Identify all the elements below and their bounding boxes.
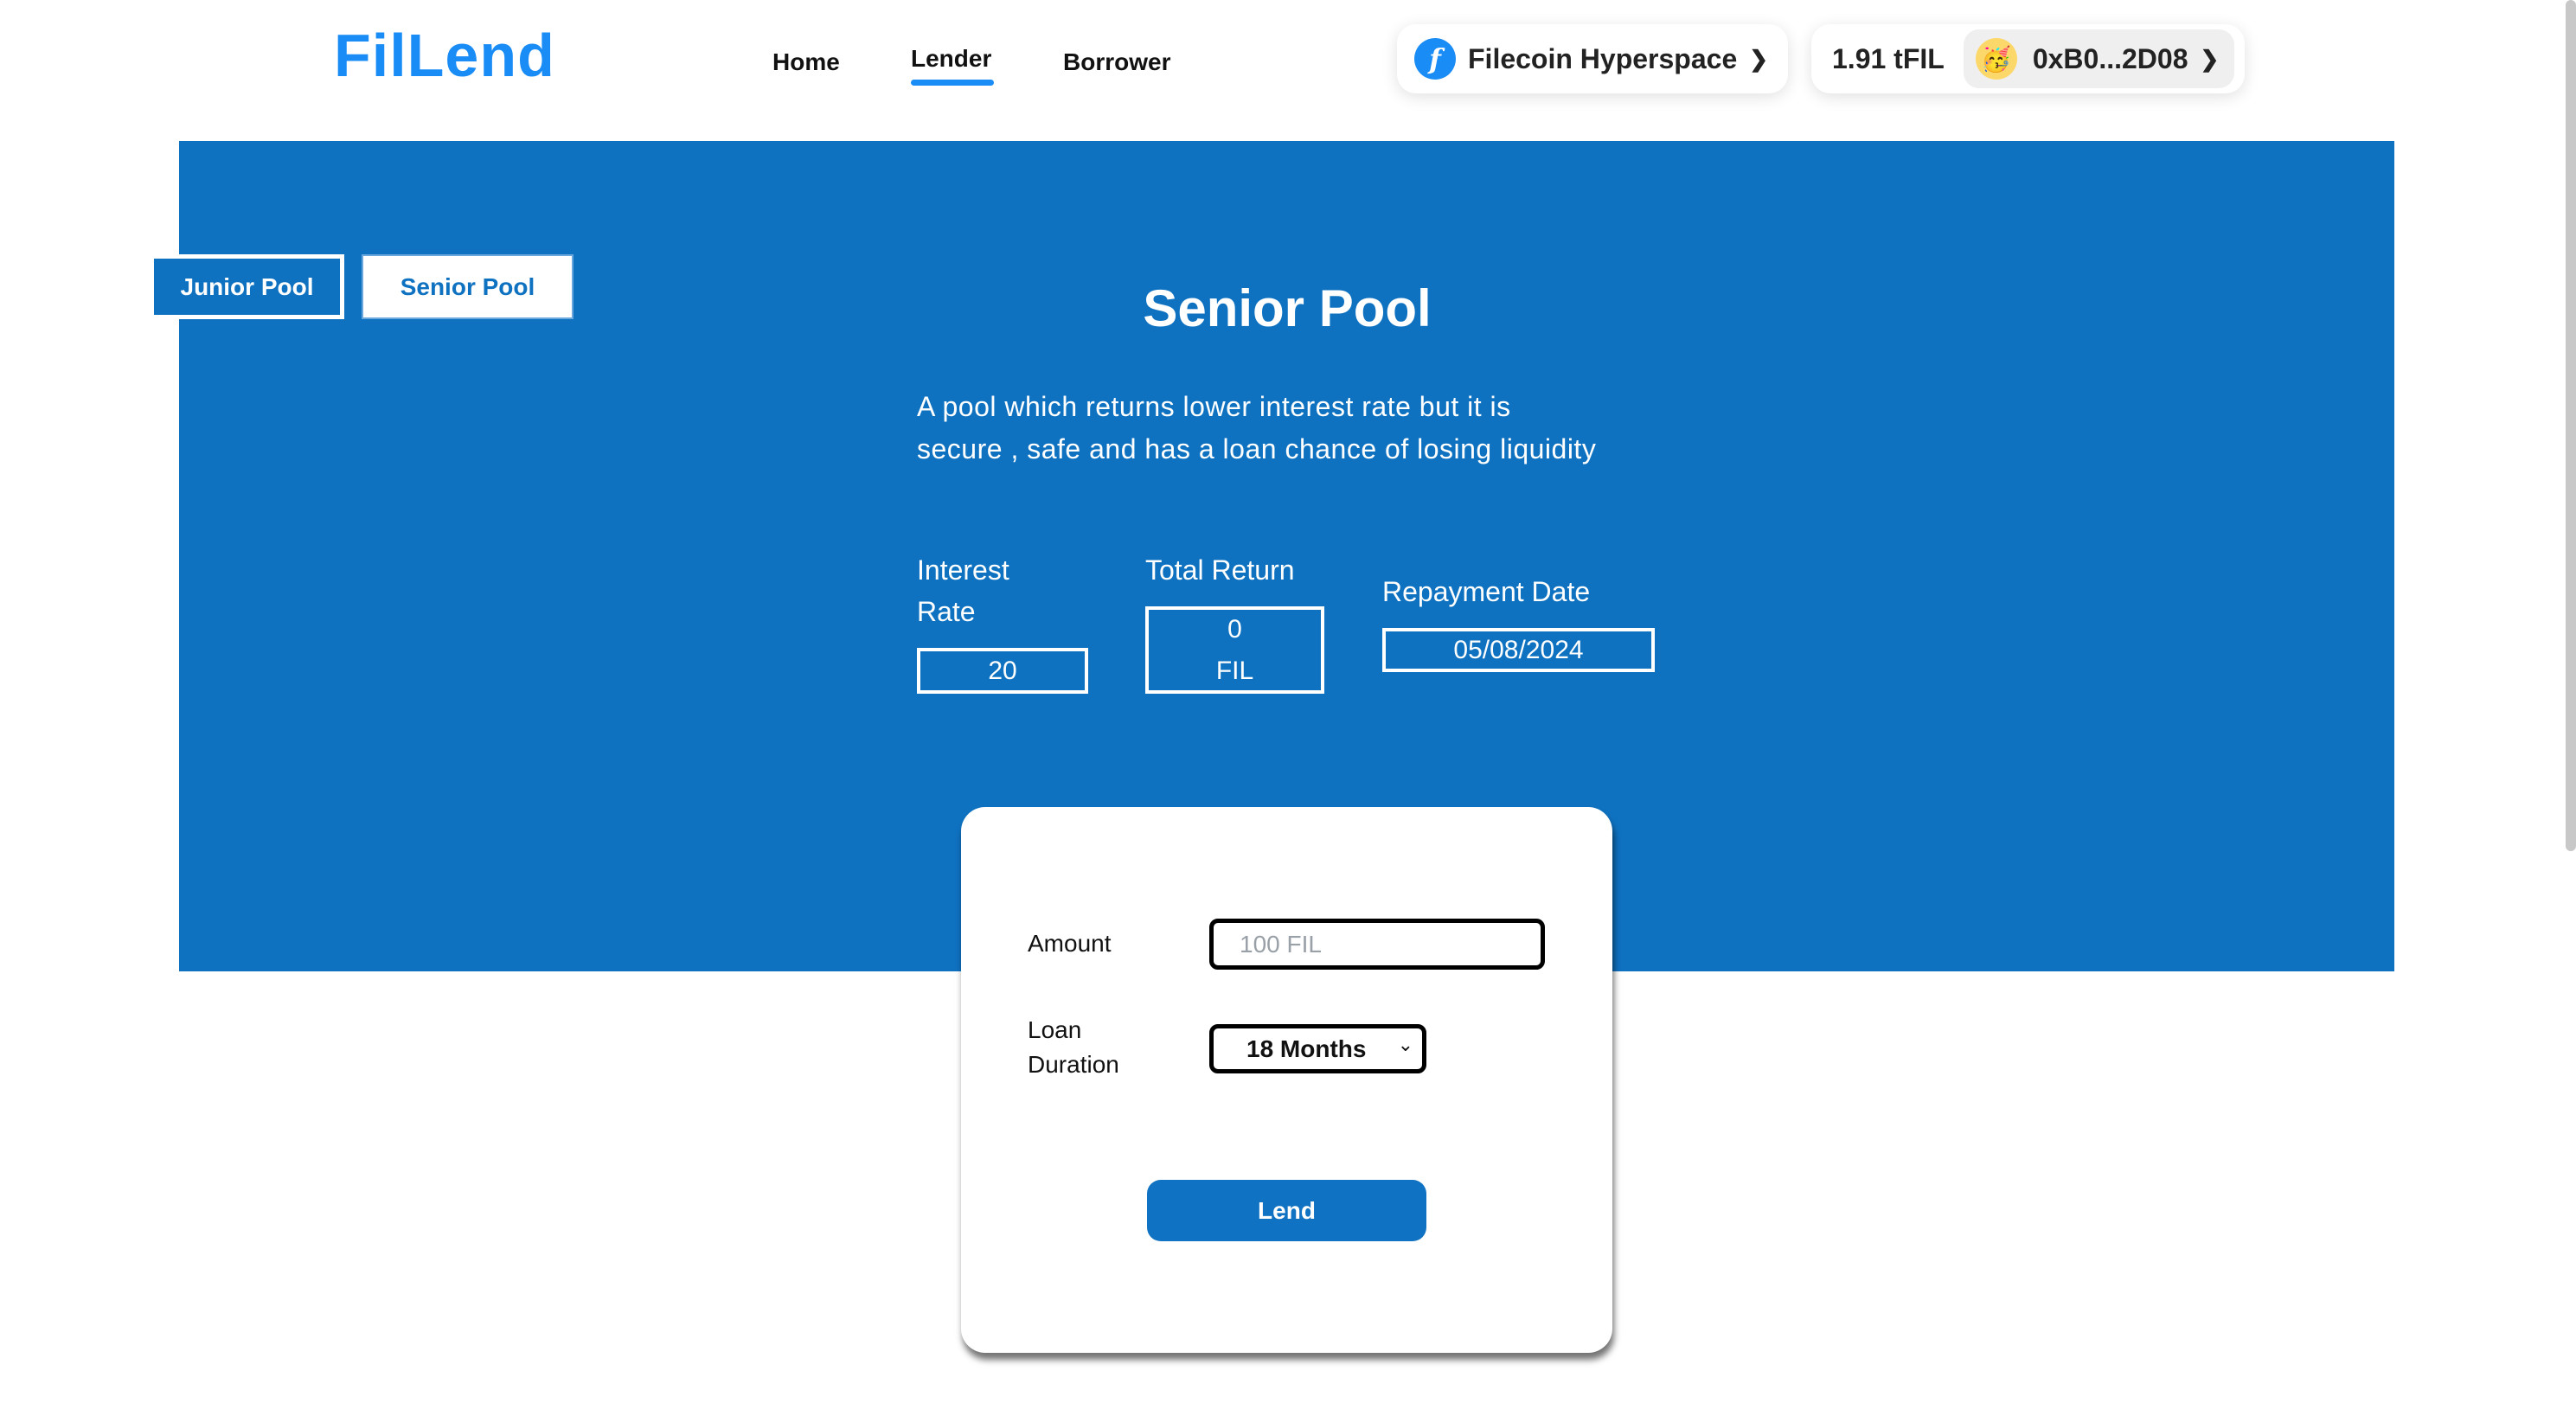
label-line: Rate [917,596,976,627]
interest-rate-label: Interest Rate [917,549,1009,632]
total-return-amount: 0 [1227,614,1242,644]
total-return-unit: FIL [1215,656,1254,685]
amount-label: Amount [1028,930,1112,957]
label-line: Interest [917,554,1009,586]
logo[interactable]: FilLend [334,21,555,90]
repayment-date-value: 05/08/2024 [1382,628,1655,672]
total-return-value: 0 FIL [1145,606,1324,694]
nav-home[interactable]: Home [772,48,840,76]
filecoin-icon: f [1414,38,1456,80]
scrollbar[interactable] [2566,0,2576,851]
nav-borrower[interactable]: Borrower [1063,48,1170,76]
total-return-label: Total Return [1145,554,1295,586]
loan-duration-label: Loan Duration [1028,1013,1119,1082]
chevron-down-icon: ⌄ [1397,1034,1413,1055]
label-line: Duration [1028,1051,1119,1078]
chevron-down-icon: ❯ [2200,45,2220,72]
avatar: 🥳 [1975,38,2017,80]
loan-duration-select[interactable]: 18 Months ⌄ [1209,1024,1426,1073]
page-title: Senior Pool [1143,279,1432,337]
chevron-down-icon: ❯ [1749,45,1769,72]
description-line: A pool which returns lower interest rate… [917,391,1511,422]
description-line: secure , safe and has a loan chance of l… [917,433,1597,464]
account-address: 0xB0...2D08 [2032,42,2188,74]
account-button[interactable]: 🥳 0xB0...2D08 ❯ [1963,29,2235,88]
tab-junior-pool[interactable]: Junior Pool [150,254,344,319]
tab-senior-pool[interactable]: Senior Pool [362,254,574,319]
account-pill[interactable]: 1.91 tFIL 🥳 0xB0...2D08 ❯ [1811,24,2245,93]
network-selector[interactable]: f Filecoin Hyperspace ❯ [1397,24,1788,93]
repayment-date-label: Repayment Date [1382,576,1591,607]
network-name: Filecoin Hyperspace [1468,42,1738,74]
active-nav-indicator [911,80,994,86]
balance: 1.91 tFIL [1832,42,1945,74]
interest-rate-value: 20 [917,648,1088,694]
amount-input[interactable]: 100 FIL [1209,919,1545,970]
nav-lender[interactable]: Lender [911,45,991,73]
pool-description: A pool which returns lower interest rate… [917,386,1596,471]
selected-duration: 18 Months [1246,1035,1367,1062]
label-line: Loan [1028,1016,1082,1043]
lend-button[interactable]: Lend [1147,1180,1426,1241]
